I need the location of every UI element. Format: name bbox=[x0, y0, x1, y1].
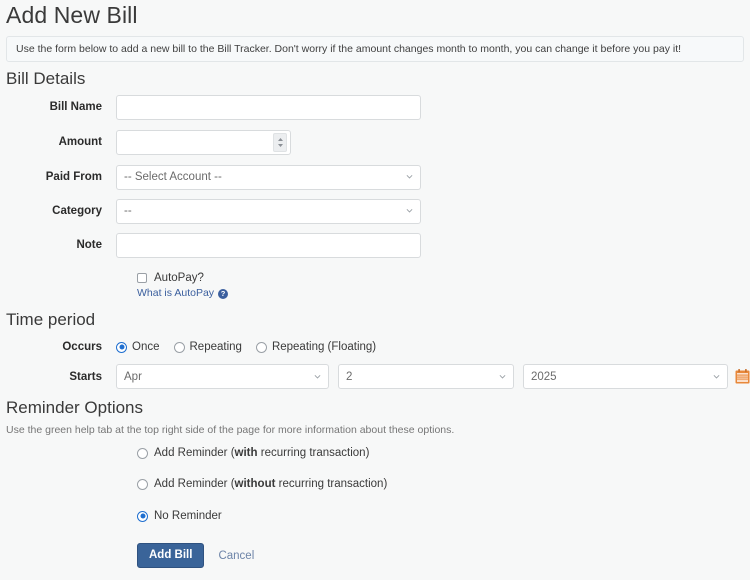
field-row-category: Category -- bbox=[0, 197, 750, 225]
occurs-label-once[interactable]: Once bbox=[132, 340, 160, 354]
field-row-amount: Amount bbox=[0, 128, 750, 156]
starts-row: Starts Apr 2 2025 bbox=[0, 363, 750, 390]
autopay-row: AutoPay? bbox=[137, 271, 204, 285]
occurs-radio-once[interactable] bbox=[116, 342, 127, 353]
occurs-option-repeating[interactable]: Repeating bbox=[174, 340, 242, 354]
reminder-radio-without-recurring[interactable] bbox=[137, 479, 148, 490]
label-note: Note bbox=[0, 238, 116, 252]
start-year-select[interactable]: 2025 bbox=[523, 364, 728, 389]
section-heading-time-period: Time period bbox=[6, 309, 95, 331]
reminder-text-emphasis: with bbox=[235, 447, 258, 459]
reminder-label-with-recurring[interactable]: Add Reminder (with recurring transaction… bbox=[154, 446, 369, 460]
amount-number-spinner[interactable] bbox=[273, 133, 287, 152]
occurs-radio-repeating-floating[interactable] bbox=[256, 342, 267, 353]
chevron-down-icon bbox=[499, 373, 506, 380]
field-row-bill-name: Bill Name bbox=[0, 93, 750, 121]
reminder-text-suffix: recurring transaction) bbox=[258, 447, 370, 459]
bill-name-input[interactable] bbox=[116, 95, 421, 120]
autopay-checkbox[interactable] bbox=[137, 273, 147, 283]
reminder-radio-no-reminder[interactable] bbox=[137, 511, 148, 522]
field-row-note: Note bbox=[0, 231, 750, 259]
label-bill-name: Bill Name bbox=[0, 100, 116, 114]
reminder-text-suffix: recurring transaction) bbox=[275, 478, 387, 490]
reminder-text-prefix: Add Reminder ( bbox=[154, 447, 235, 459]
section-heading-bill-details: Bill Details bbox=[6, 68, 85, 90]
paid-from-selected-value: -- Select Account -- bbox=[124, 171, 222, 183]
amount-input[interactable] bbox=[116, 130, 291, 155]
reminder-options-subtext: Use the green help tab at the top right … bbox=[6, 423, 454, 437]
occurs-option-repeating-floating[interactable]: Repeating (Floating) bbox=[256, 340, 376, 354]
label-starts: Starts bbox=[0, 370, 116, 384]
start-day-value: 2 bbox=[346, 371, 352, 383]
chevron-down-icon bbox=[406, 207, 413, 214]
category-selected-value: -- bbox=[124, 205, 132, 217]
add-new-bill-page: Add New Bill Use the form below to add a… bbox=[0, 0, 750, 580]
label-amount: Amount bbox=[0, 135, 116, 149]
footer-actions: Add Bill Cancel bbox=[137, 543, 254, 568]
calendar-icon[interactable] bbox=[735, 369, 750, 384]
help-question-icon[interactable]: ? bbox=[218, 289, 228, 299]
info-alert-text: Use the form below to add a new bill to … bbox=[16, 42, 681, 56]
occurs-label-repeating-floating[interactable]: Repeating (Floating) bbox=[272, 340, 376, 354]
paid-from-select[interactable]: -- Select Account -- bbox=[116, 165, 421, 190]
note-input[interactable] bbox=[116, 233, 421, 258]
chevron-down-icon bbox=[713, 373, 720, 380]
label-paid-from: Paid From bbox=[0, 170, 116, 184]
reminder-label-no-reminder[interactable]: No Reminder bbox=[154, 509, 222, 523]
start-month-value: Apr bbox=[124, 371, 142, 383]
label-occurs: Occurs bbox=[0, 340, 116, 354]
reminder-option-without-recurring[interactable]: Add Reminder (without recurring transact… bbox=[137, 477, 387, 491]
occurs-label-repeating[interactable]: Repeating bbox=[190, 340, 242, 354]
reminder-radio-with-recurring[interactable] bbox=[137, 448, 148, 459]
reminder-text-emphasis: without bbox=[235, 478, 276, 490]
add-bill-button[interactable]: Add Bill bbox=[137, 543, 204, 568]
start-month-select[interactable]: Apr bbox=[116, 364, 329, 389]
reminder-text-prefix: No Reminder bbox=[154, 510, 222, 522]
label-category: Category bbox=[0, 204, 116, 218]
spinner-arrows-icon bbox=[277, 137, 284, 148]
occurs-row: Occurs Once Repeating Repeating (Floatin… bbox=[0, 339, 750, 355]
chevron-down-icon bbox=[314, 373, 321, 380]
reminder-option-no-reminder[interactable]: No Reminder bbox=[137, 509, 222, 523]
page-title: Add New Bill bbox=[6, 1, 138, 29]
amount-field-wrapper bbox=[116, 130, 291, 155]
start-day-select[interactable]: 2 bbox=[338, 364, 514, 389]
occurs-radio-repeating[interactable] bbox=[174, 342, 185, 353]
reminder-label-without-recurring[interactable]: Add Reminder (without recurring transact… bbox=[154, 477, 387, 491]
what-is-autopay-link[interactable]: What is AutoPay bbox=[137, 287, 214, 300]
field-row-paid-from: Paid From -- Select Account -- bbox=[0, 163, 750, 191]
autopay-help-row: What is AutoPay ? bbox=[137, 287, 228, 300]
cancel-link[interactable]: Cancel bbox=[218, 549, 254, 563]
category-select[interactable]: -- bbox=[116, 199, 421, 224]
chevron-down-icon bbox=[406, 173, 413, 180]
reminder-option-with-recurring[interactable]: Add Reminder (with recurring transaction… bbox=[137, 446, 369, 460]
section-heading-reminder-options: Reminder Options bbox=[6, 397, 143, 419]
occurs-option-once[interactable]: Once bbox=[116, 340, 160, 354]
info-alert: Use the form below to add a new bill to … bbox=[6, 36, 744, 62]
start-year-value: 2025 bbox=[531, 371, 557, 383]
autopay-label[interactable]: AutoPay? bbox=[154, 271, 204, 285]
reminder-text-prefix: Add Reminder ( bbox=[154, 478, 235, 490]
